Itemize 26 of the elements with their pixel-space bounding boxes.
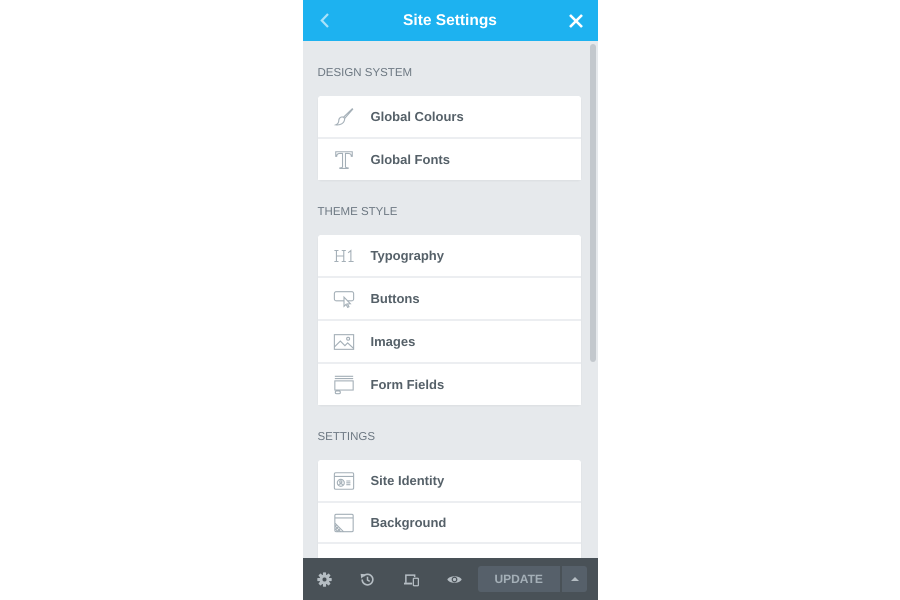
close-icon — [568, 14, 582, 28]
gear-icon — [316, 572, 332, 586]
chevron-left-icon — [320, 13, 329, 28]
id-card-icon — [332, 470, 354, 492]
form-field-icon — [332, 374, 354, 396]
settings-item[interactable]: Global Colours — [318, 96, 580, 137]
section-heading: THEME STYLE — [318, 205, 398, 219]
settings-item[interactable]: Buttons — [318, 276, 580, 319]
section-heading: SETTINGS — [318, 430, 376, 444]
history-icon — [360, 572, 376, 586]
close-button[interactable] — [568, 12, 582, 28]
background-icon — [332, 512, 354, 534]
section-heading: DESIGN SYSTEM — [318, 66, 412, 80]
settings-item[interactable]: Typography — [318, 235, 580, 276]
settings-item[interactable]: Site Identity — [318, 460, 580, 501]
panel-title: Site Settings — [402, 12, 498, 30]
brush-icon — [332, 106, 354, 128]
scrollbar-thumb[interactable] — [590, 44, 596, 362]
caret-up-icon — [570, 577, 579, 581]
settings-item[interactable]: Form Fields — [318, 362, 580, 405]
letter-t-icon — [332, 148, 354, 170]
settings-item[interactable]: Background — [318, 501, 580, 544]
settings-item[interactable]: Images — [318, 319, 580, 362]
settings-item[interactable]: Global Fonts — [318, 137, 580, 180]
publish-options-button[interactable] — [562, 566, 588, 592]
devices-icon — [404, 572, 419, 586]
